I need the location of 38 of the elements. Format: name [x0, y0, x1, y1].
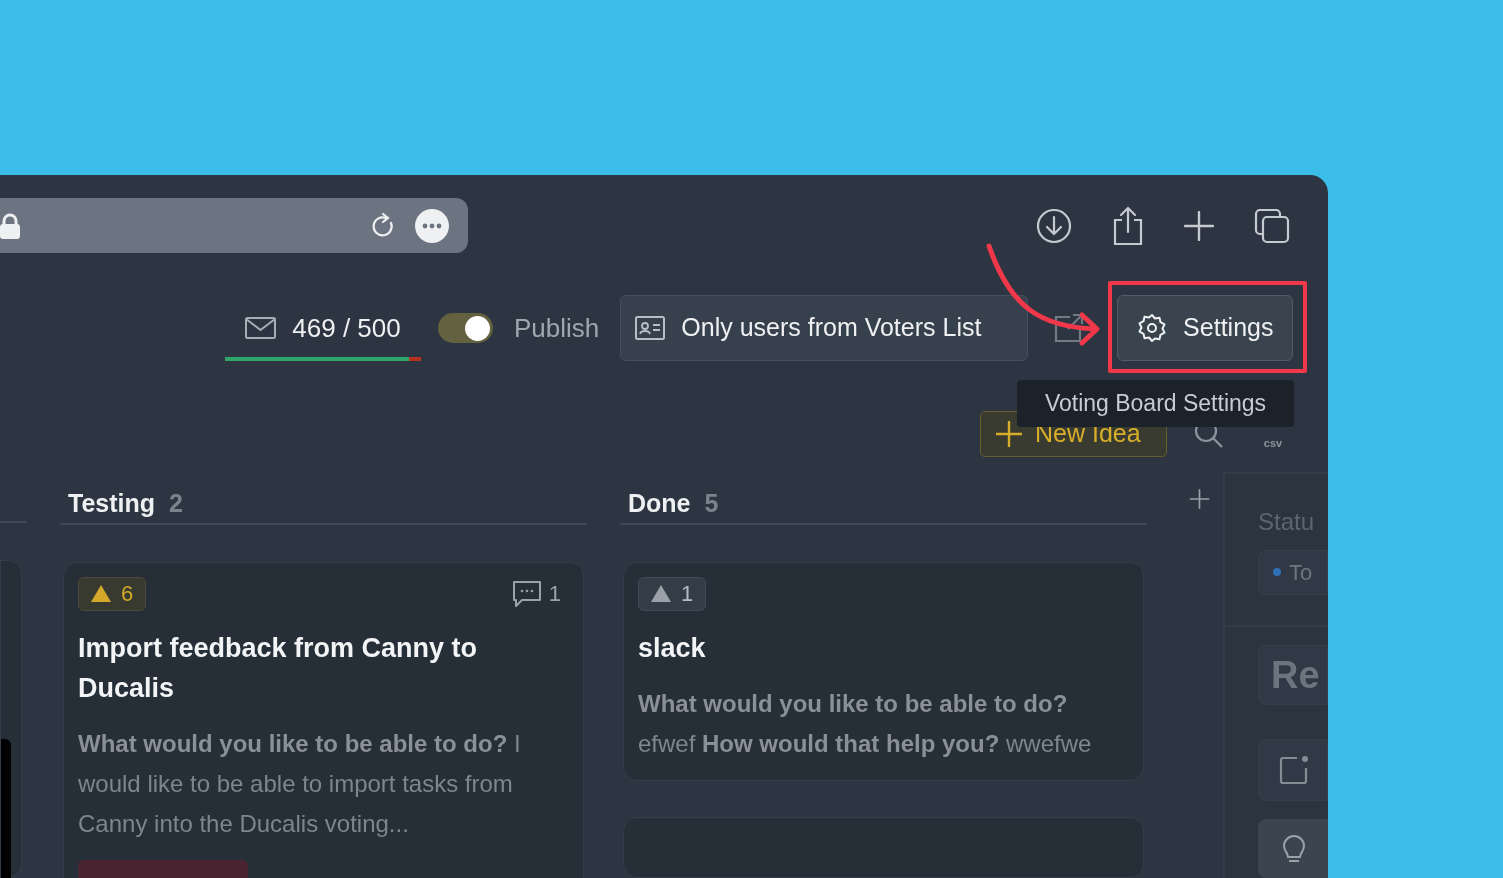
vote-badge[interactable]: 6: [78, 576, 147, 611]
lock-icon: [0, 212, 20, 239]
idea-card[interactable]: 1 slack What would you like to be able to do? efwef How would that help you? wwefwe: [623, 561, 1144, 781]
id-card-icon: [635, 316, 666, 340]
card-description: What would you like to be able to do? I would like to be able to import tasks from Canny into the Ducalis voting...: [78, 728, 522, 839]
note-icon: [1279, 755, 1309, 786]
download-icon[interactable]: [1036, 207, 1072, 244]
tooltip: Voting Board Settings: [1017, 380, 1294, 427]
vote-badge[interactable]: 1: [638, 576, 707, 611]
address-bar[interactable]: [0, 198, 468, 253]
title-card: Re: [1258, 644, 1328, 705]
column-count: 2: [169, 488, 183, 519]
idea-card[interactable]: 6 1 Import feedback from Canny to Ducalis What would you like to be able to do? I would like to be able to import tasks from Canny into the Ducalis voting...: [63, 561, 584, 878]
comment-icon: [512, 580, 541, 607]
upvote-icon: [91, 585, 111, 602]
icon-card[interactable]: [1258, 739, 1328, 802]
idea-card[interactable]: [1258, 819, 1328, 878]
more-icon[interactable]: [415, 208, 449, 243]
card-title: slack: [638, 631, 707, 665]
email-quota: 469 / 500: [292, 311, 401, 345]
publish-label: Publish: [514, 311, 600, 345]
settings-icon: [1137, 313, 1168, 343]
plus-icon[interactable]: [1184, 210, 1214, 241]
column-title: Testing: [68, 488, 156, 519]
external-link-icon[interactable]: [1054, 313, 1085, 343]
publish-toggle[interactable]: [438, 313, 493, 343]
column-title: Done: [628, 488, 691, 519]
upvote-icon: [651, 585, 671, 602]
settings-button[interactable]: Settings: [1117, 295, 1294, 361]
card-description: What would you like to be able to do? efwef How would that help you? wwefwe: [638, 688, 1093, 759]
comment-count: 1: [548, 580, 561, 608]
share-icon[interactable]: [1112, 205, 1144, 246]
access-button[interactable]: Only users from Voters List: [620, 295, 1029, 361]
plus-icon: [995, 420, 1023, 448]
card-title: Import feedback from Canny to Ducalis: [78, 631, 479, 705]
tabs-icon[interactable]: [1254, 207, 1290, 244]
mail-icon: [245, 317, 277, 339]
column-count: 5: [704, 488, 719, 519]
